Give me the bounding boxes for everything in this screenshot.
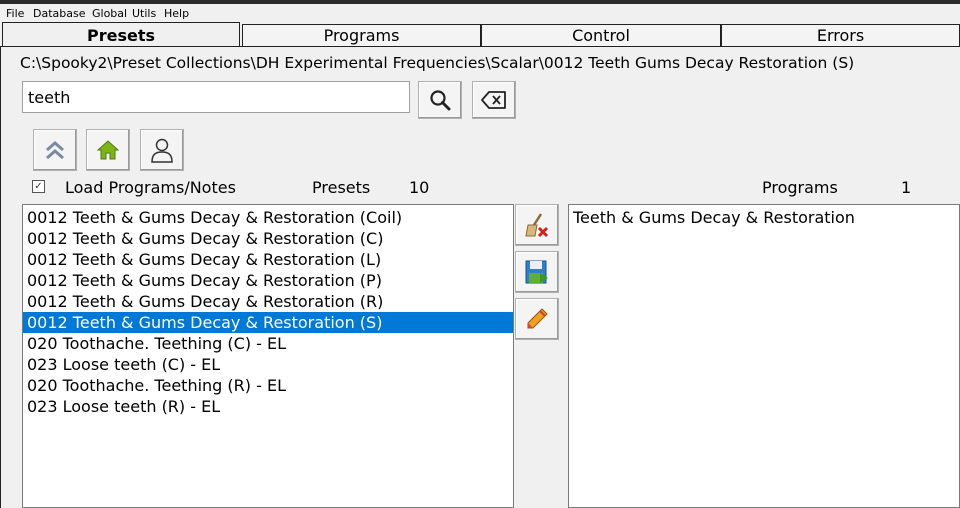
preset-list-item[interactable]: 0012 Teeth & Gums Decay & Restoration (C…	[23, 228, 513, 249]
tab-bar: Presets Programs Control Errors	[0, 22, 960, 46]
menu-bar: File Database Global Utils Help	[0, 4, 960, 23]
backspace-icon	[481, 91, 506, 109]
clear-search-button[interactable]	[472, 81, 516, 119]
programs-count: 1	[901, 178, 912, 197]
presets-count: 10	[409, 178, 430, 197]
preset-path: C:\Spooky2\Preset Collections\DH Experim…	[20, 54, 855, 72]
search-button[interactable]	[418, 81, 462, 119]
preset-list-item[interactable]: 020 Toothache. Teething (R) - EL	[23, 375, 513, 396]
up-button[interactable]	[33, 129, 77, 171]
home-button[interactable]	[86, 129, 130, 171]
search-input[interactable]	[22, 81, 410, 113]
program-list-item[interactable]: Teeth & Gums Decay & Restoration	[569, 207, 959, 228]
tab-control[interactable]: Control	[481, 24, 721, 46]
preset-list-item[interactable]: 0012 Teeth & Gums Decay & Restoration (P…	[23, 270, 513, 291]
presets-count-label: Presets	[312, 178, 371, 197]
double-chevron-up-icon	[46, 141, 64, 160]
user-button[interactable]	[140, 129, 184, 171]
preset-list-item[interactable]: 0012 Teeth & Gums Decay & Restoration (S…	[23, 312, 513, 333]
menu-file[interactable]: File	[6, 7, 24, 20]
programs-count-label: Programs	[762, 178, 838, 197]
preset-list[interactable]: 0012 Teeth & Gums Decay & Restoration (C…	[22, 204, 514, 508]
menu-database[interactable]: Database	[33, 7, 86, 20]
load-programs-checkbox[interactable]: ✓	[32, 180, 45, 193]
preset-list-item[interactable]: 023 Loose teeth (C) - EL	[23, 354, 513, 375]
preset-list-item[interactable]: 0012 Teeth & Gums Decay & Restoration (C…	[23, 207, 513, 228]
tab-programs[interactable]: Programs	[242, 24, 481, 46]
menu-global[interactable]: Global	[92, 7, 127, 20]
preset-list-item[interactable]: 0012 Teeth & Gums Decay & Restoration (R…	[23, 291, 513, 312]
home-icon	[96, 140, 120, 160]
menu-help[interactable]: Help	[164, 7, 189, 20]
save-icon	[525, 260, 548, 284]
tab-errors[interactable]: Errors	[721, 24, 960, 46]
tab-presets[interactable]: Presets	[2, 22, 240, 46]
user-icon	[151, 138, 173, 163]
pencil-icon	[527, 308, 548, 329]
preset-list-item[interactable]: 0012 Teeth & Gums Decay & Restoration (L…	[23, 249, 513, 270]
preset-list-item[interactable]: 023 Loose teeth (R) - EL	[23, 396, 513, 417]
save-preset-button[interactable]	[515, 251, 559, 293]
broom-delete-icon	[525, 213, 549, 238]
menu-utils[interactable]: Utils	[132, 7, 156, 20]
search-icon	[430, 90, 451, 111]
load-programs-label: Load Programs/Notes	[65, 178, 236, 197]
edit-preset-button[interactable]	[515, 298, 559, 340]
program-list[interactable]: Teeth & Gums Decay & Restoration	[568, 204, 960, 508]
delete-preset-button[interactable]	[515, 204, 559, 246]
preset-list-item[interactable]: 020 Toothache. Teething (C) - EL	[23, 333, 513, 354]
